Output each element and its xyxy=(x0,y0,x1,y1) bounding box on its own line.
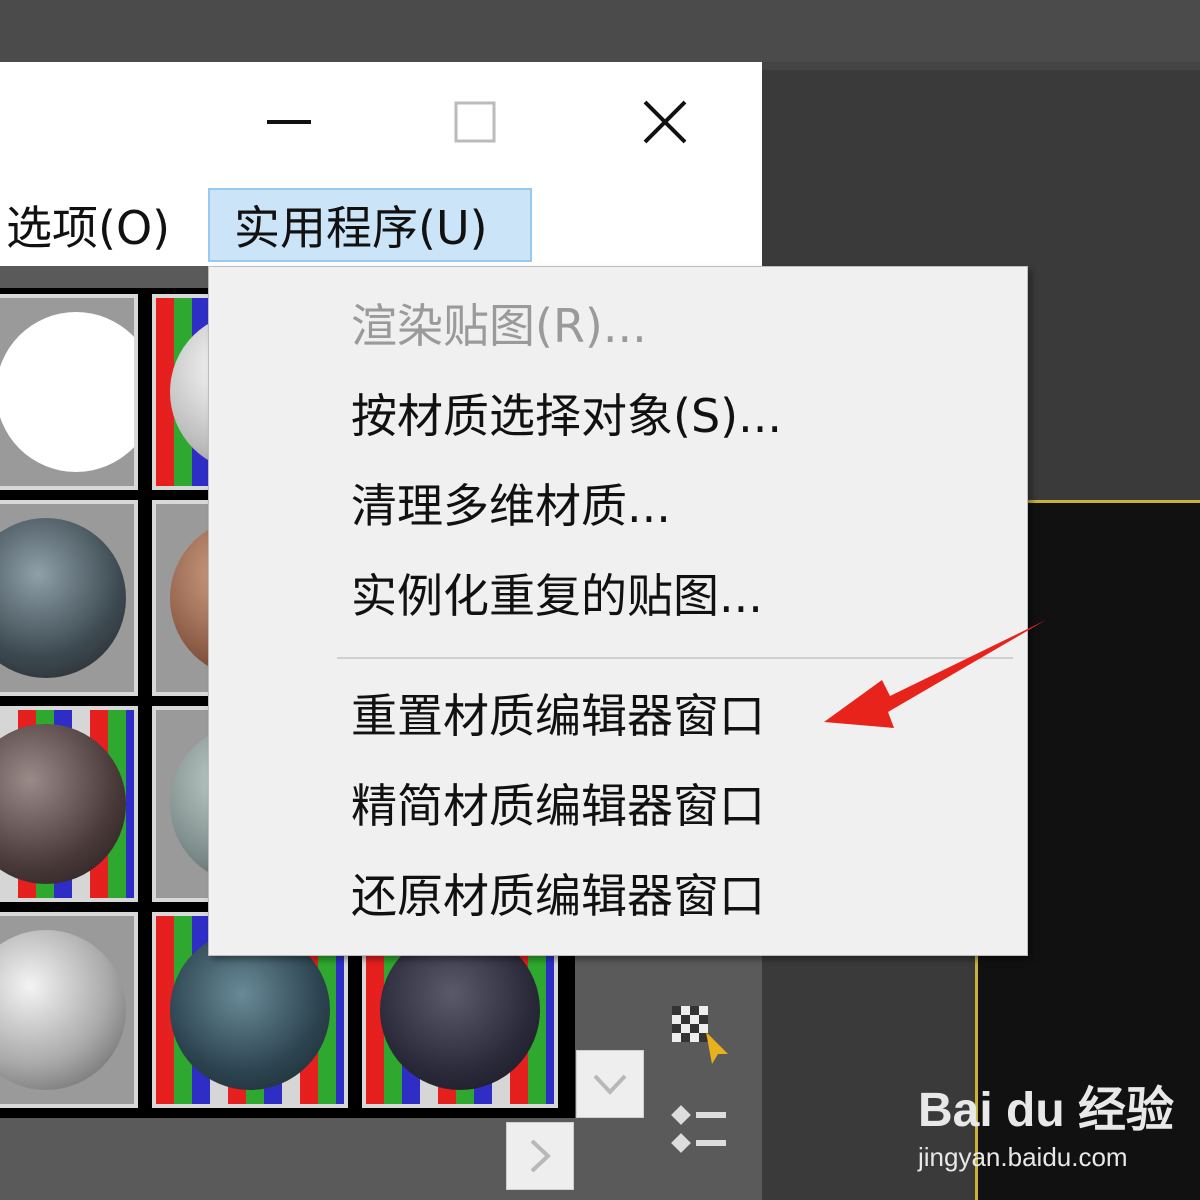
chevron-right-icon[interactable] xyxy=(506,1122,574,1190)
material-slot[interactable] xyxy=(0,706,138,902)
minimize-icon[interactable] xyxy=(255,87,325,157)
options-list-icon[interactable] xyxy=(668,1100,732,1174)
watermark-url: jingyan.baidu.com xyxy=(918,1142,1128,1172)
menu-item-instance-duplicate-maps[interactable]: 实例化重复的贴图... xyxy=(351,553,763,633)
menu-options[interactable]: 选项(O) xyxy=(0,188,194,262)
close-icon[interactable] xyxy=(630,87,700,157)
chevron-down-icon[interactable] xyxy=(576,1050,644,1118)
watermark-logo: Bai du 经验 xyxy=(918,1084,1175,1137)
menu-bar: 选项(O) 实用程序(U) xyxy=(0,184,762,266)
menu-item-render-map[interactable]: 渲染贴图(R)... xyxy=(351,283,647,363)
menu-item-restore-editor-slots[interactable]: 还原材质编辑器窗口 xyxy=(351,853,765,933)
material-slot[interactable] xyxy=(0,294,138,490)
material-slot[interactable] xyxy=(0,500,138,696)
menu-item-clean-multi-material[interactable]: 清理多维材质... xyxy=(351,463,671,543)
annotation-arrow xyxy=(820,610,1060,744)
app-background-top xyxy=(0,0,1200,62)
baidu-watermark: Bai du 经验 jingyan.baidu.com xyxy=(918,1070,1174,1173)
material-slot[interactable] xyxy=(0,912,138,1108)
title-bar xyxy=(0,62,762,184)
checker-pick-icon[interactable] xyxy=(668,1002,732,1076)
maximize-icon[interactable] xyxy=(440,87,510,157)
menu-item-condense-editor-slots[interactable]: 精简材质编辑器窗口 xyxy=(351,763,765,843)
menu-item-select-by-material[interactable]: 按材质选择对象(S)... xyxy=(351,373,782,453)
menu-item-reset-editor-slots[interactable]: 重置材质编辑器窗口 xyxy=(351,673,765,753)
menu-utilities[interactable]: 实用程序(U) xyxy=(208,188,532,262)
